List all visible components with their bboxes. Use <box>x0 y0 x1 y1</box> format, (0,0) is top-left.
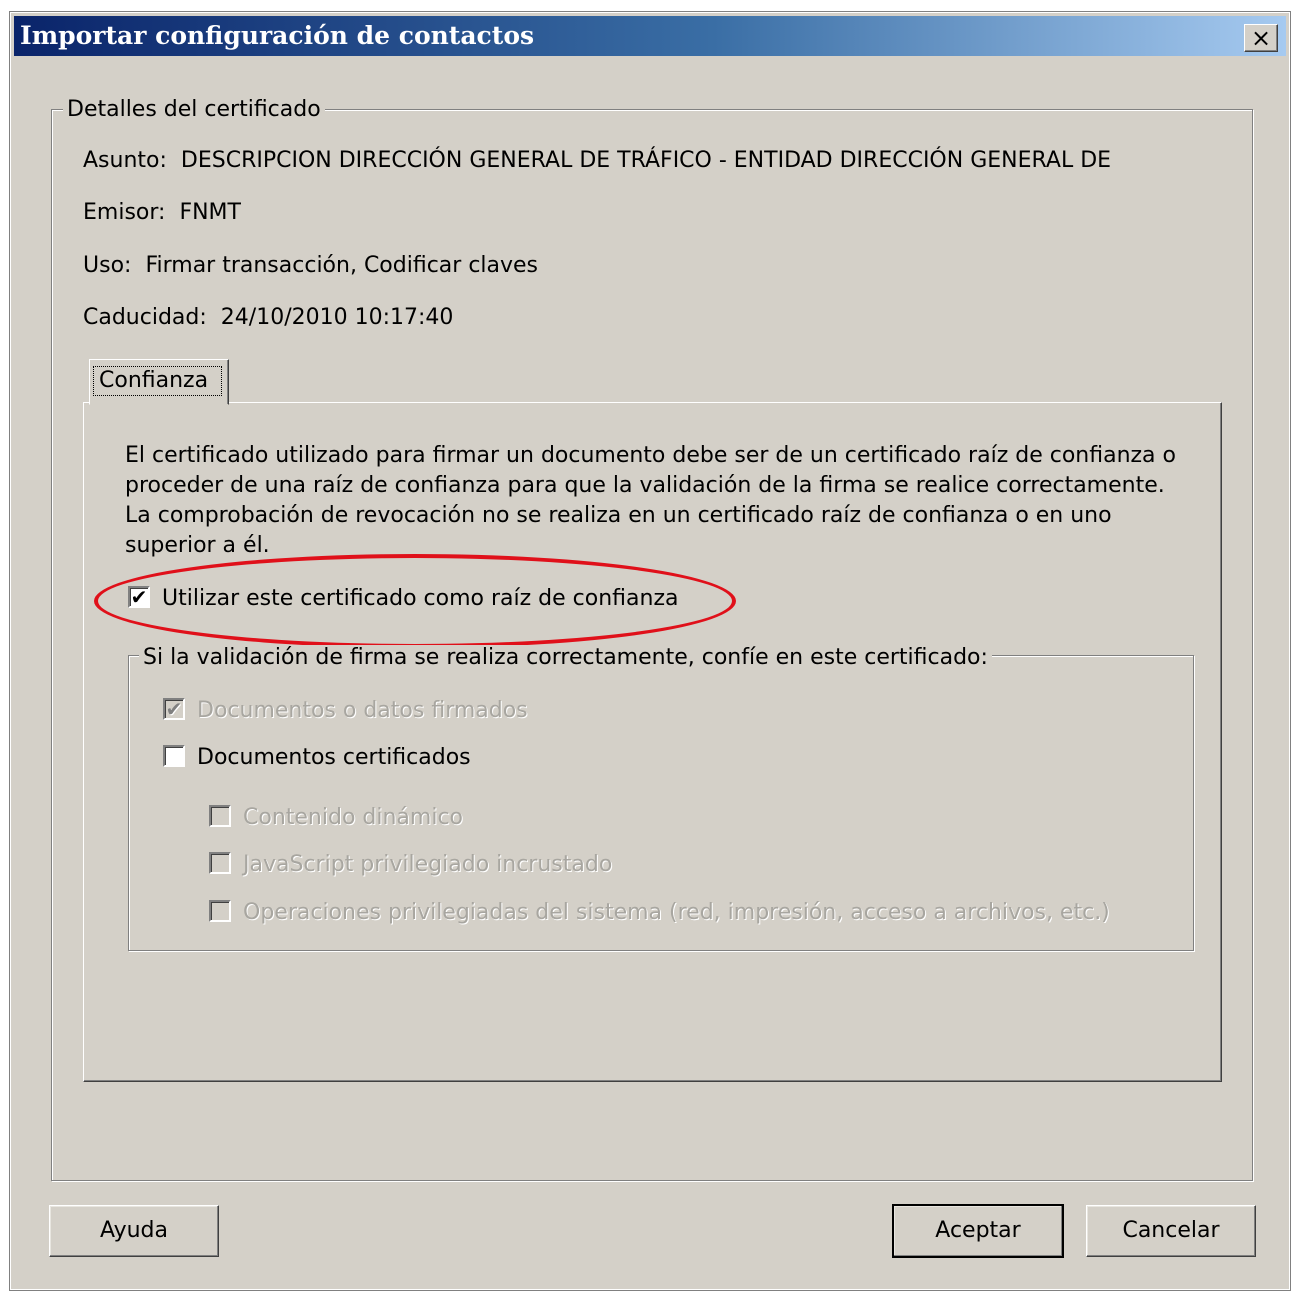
trust-options-legend: Si la validación de firma se realiza cor… <box>139 645 992 671</box>
tab-confianza[interactable]: Confianza <box>89 359 229 405</box>
subject-value: DESCRIPCION DIRECCIÓN GENERAL DE TRÁFICO… <box>180 148 1112 173</box>
help-button[interactable]: Ayuda <box>49 1205 219 1257</box>
issuer-label: Emisor: <box>83 200 166 225</box>
javascript-option[interactable]: JavaScript privilegiado incrustado <box>209 851 612 879</box>
expiry-label: Caducidad: <box>83 305 207 330</box>
subject-label: Asunto: <box>83 148 167 173</box>
javascript-label: JavaScript privilegiado incrustado <box>243 852 613 877</box>
expiry-row: Caducidad: 24/10/2010 10:17:40 <box>83 304 453 332</box>
usage-value: Firmar transacción, Codificar claves <box>145 253 539 278</box>
dynamic-content-checkbox[interactable] <box>209 805 231 827</box>
certified-docs-option[interactable]: Documentos certificados <box>163 744 471 772</box>
signed-docs-option[interactable]: ✔ Documentos o datos firmados <box>163 697 528 725</box>
trust-description: El certificado utilizado para firmar un … <box>125 443 1176 558</box>
cancel-button[interactable]: Cancelar <box>1086 1205 1256 1257</box>
window-title: Importar configuración de contactos <box>20 21 535 50</box>
highlight-ellipse <box>94 554 736 648</box>
title-bar: Importar configuración de contactos × <box>14 16 1286 56</box>
system-ops-option[interactable]: Operaciones privilegiadas del sistema (r… <box>209 899 1110 927</box>
close-button[interactable]: × <box>1244 24 1278 52</box>
issuer-row: Emisor: FNMT <box>83 199 241 227</box>
import-contacts-dialog: Importar configuración de contactos × De… <box>9 11 1291 1291</box>
subject-row: Asunto: DESCRIPCION DIRECCIÓN GENERAL DE … <box>83 147 1111 175</box>
system-ops-label: Operaciones privilegiadas del sistema (r… <box>243 900 1110 925</box>
usage-label: Uso: <box>83 253 132 278</box>
certified-docs-checkbox[interactable] <box>163 745 185 767</box>
dynamic-content-option[interactable]: Contenido dinámico <box>209 804 463 832</box>
issuer-value: FNMT <box>179 200 241 225</box>
close-icon: × <box>1250 24 1272 52</box>
ok-button[interactable]: Aceptar <box>892 1204 1064 1258</box>
system-ops-checkbox[interactable] <box>209 900 231 922</box>
certificate-details-legend: Detalles del certificado <box>63 97 325 123</box>
certified-docs-label: Documentos certificados <box>197 745 471 770</box>
tab-confianza-label: Confianza <box>93 366 222 396</box>
expiry-value: 24/10/2010 10:17:40 <box>220 305 454 330</box>
signed-docs-checkbox[interactable]: ✔ <box>163 698 185 720</box>
dynamic-content-label: Contenido dinámico <box>243 805 463 830</box>
signed-docs-label: Documentos o datos firmados <box>197 698 528 723</box>
usage-row: Uso: Firmar transacción, Codificar claves <box>83 252 538 280</box>
javascript-checkbox[interactable] <box>209 852 231 874</box>
